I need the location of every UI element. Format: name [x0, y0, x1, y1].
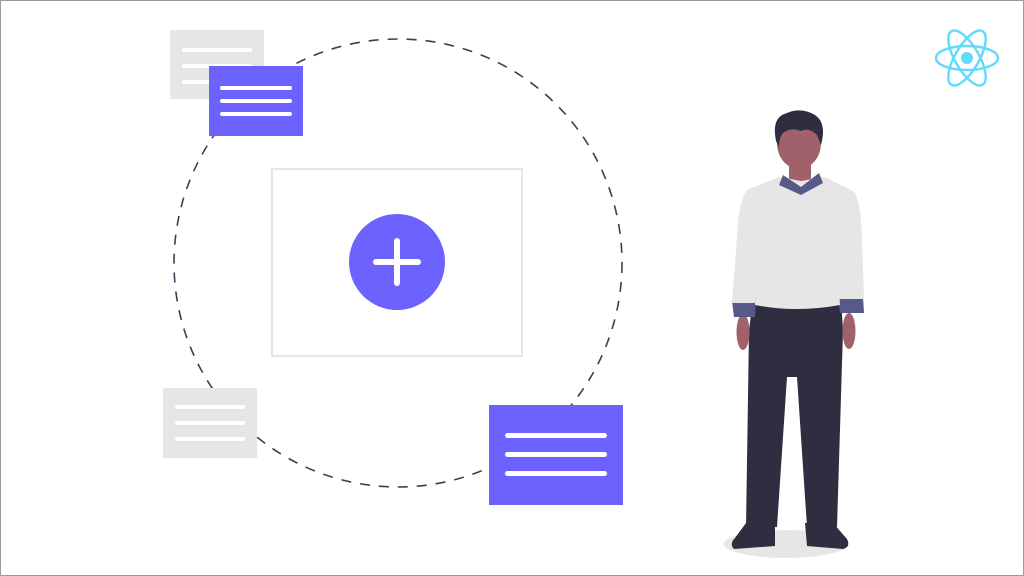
add-button[interactable]: [349, 214, 445, 310]
left-cuff: [732, 301, 756, 317]
purple-card-bottom-right: [489, 405, 623, 505]
illustration-canvas: [0, 0, 1024, 576]
gray-card-bottom-left: [163, 388, 257, 458]
right-hand: [842, 313, 856, 349]
react-logo-icon: [934, 29, 1000, 87]
trousers: [746, 297, 843, 527]
left-hand: [736, 314, 750, 350]
illustration-scene: [163, 29, 1000, 558]
purple-card-top-left: [209, 66, 303, 136]
sweater: [732, 177, 864, 309]
person-illustration: [724, 110, 864, 558]
right-cuff: [838, 297, 864, 313]
